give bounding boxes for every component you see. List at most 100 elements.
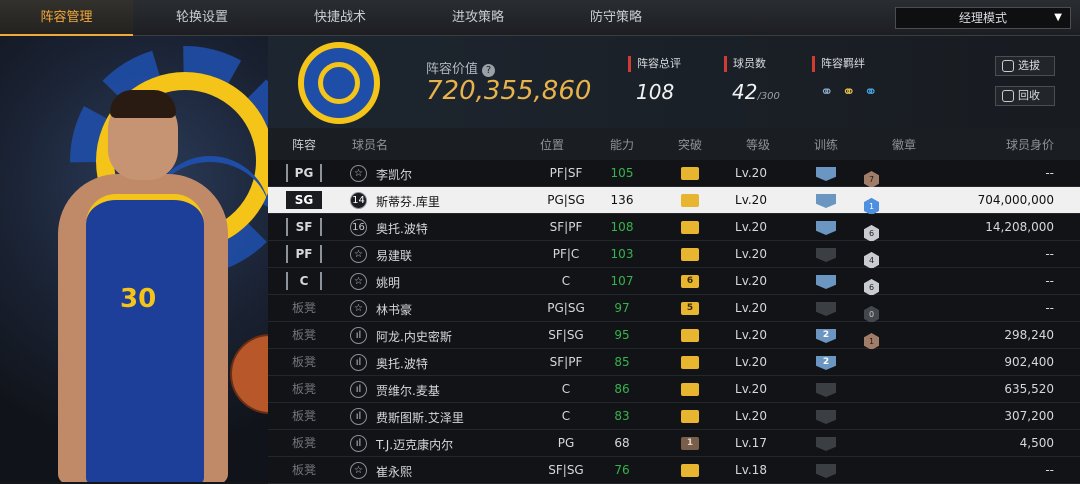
lineup-slot: 板凳	[291, 409, 316, 423]
training-icon[interactable]	[816, 275, 836, 289]
training-icon[interactable]	[816, 383, 836, 397]
basketball	[230, 334, 268, 414]
player-rank-icon: 16	[350, 219, 367, 236]
crown-icon	[681, 194, 699, 207]
crown-icon	[681, 167, 699, 180]
table-row[interactable]: 板凳 ıl 贾维尔.麦基 C 86 Lv.20 635,520	[268, 376, 1080, 403]
player-name: 斯蒂芬.库里	[376, 195, 440, 209]
lineup-slot: PG	[286, 164, 322, 182]
table-row[interactable]: SF16奥托.波特SF|PF108Lv.2017614,208,000	[268, 214, 1080, 242]
mode-select-value: 经理模式	[958, 11, 1007, 25]
player-level: Lv.20	[735, 220, 767, 234]
player-rank-icon: ☆	[350, 165, 367, 182]
top-tab-bar: 阵容管理 轮换设置 快捷战术 进攻策略 防守策略 经理模式 ▼	[0, 0, 1080, 36]
badge-icon: 1	[864, 333, 879, 350]
recycle-button[interactable]: 回收	[995, 86, 1055, 106]
player-rank-icon: ıl	[350, 408, 367, 425]
player-price: 14,208,000	[985, 220, 1054, 234]
player-ability: 86	[614, 382, 630, 396]
player-rank-icon: ıl	[350, 327, 367, 344]
player-jersey	[86, 194, 204, 482]
tab-quick-tactics[interactable]: 快捷战术	[271, 0, 409, 36]
crown-icon	[681, 248, 699, 261]
col-training: 训练	[814, 138, 839, 152]
player-count-label: 球员数	[724, 56, 766, 72]
badge-icon: 0	[864, 306, 879, 323]
jersey-number: 30	[120, 284, 157, 314]
team-logo	[298, 42, 380, 124]
table-row[interactable]: PF☆易建联PF|C103Lv.2044--	[268, 241, 1080, 269]
player-ability: 97	[614, 301, 630, 315]
table-row[interactable]: 板凳☆林书豪PG|SG975Lv.2015000--	[268, 295, 1080, 323]
training-icon[interactable]	[816, 248, 836, 262]
table-row[interactable]: SG14斯蒂芬.库里PG|SG136Lv.200321151704,000,00…	[268, 187, 1080, 215]
training-icon[interactable]	[816, 302, 836, 316]
training-icon[interactable]: 2	[816, 356, 836, 370]
player-ability: 103	[610, 247, 634, 261]
player-name: T.J.迈克康内尔	[376, 438, 454, 452]
table-row[interactable]: 板凳 ıl 奥托.波特 SF|PF 85 Lv.20 2 902,400	[268, 349, 1080, 376]
training-icon[interactable]	[816, 167, 836, 181]
lineup-slot: SF	[286, 218, 322, 236]
table-row[interactable]: 板凳 ıl 阿龙.内史密斯 SF|SG 95 Lv.20 2 1 298,240	[268, 322, 1080, 350]
player-price: --	[1045, 274, 1054, 288]
col-value: 球员身价	[1006, 138, 1055, 152]
pick-button-label: 选拔	[1018, 59, 1040, 72]
lineup-slot: 板凳	[291, 355, 316, 369]
pick-button[interactable]: 选拔	[995, 56, 1055, 76]
table-row[interactable]: 板凳 ☆ 崔永熙 SF|SG 76 Lv.18 --	[268, 457, 1080, 484]
crown-icon	[681, 410, 699, 423]
player-level: Lv.20	[735, 409, 767, 423]
player-portrait: 30	[0, 36, 268, 482]
tab-lineup[interactable]: 阵容管理	[0, 0, 133, 36]
tab-offense[interactable]: 进攻策略	[409, 0, 547, 36]
player-price: --	[1045, 166, 1054, 180]
lineup-slot: 板凳	[291, 382, 316, 396]
table-body: PG ☆ 李凯尔 PF|SF 105 Lv.20 7 -- SG 14 斯蒂芬.库里 PG|SG 136…	[268, 160, 1080, 484]
player-count-number: 42	[732, 80, 758, 104]
training-icon[interactable]	[816, 221, 836, 235]
tab-defense[interactable]: 防守策略	[547, 0, 685, 36]
training-icon[interactable]	[816, 410, 836, 424]
col-lineup: 阵容	[292, 138, 317, 152]
player-name: 奥托.波特	[376, 357, 428, 371]
training-icon[interactable]	[816, 194, 836, 208]
mode-select[interactable]: 经理模式 ▼	[895, 7, 1071, 29]
team-value-label: 阵容价值?	[426, 58, 496, 77]
player-level: Lv.20	[735, 193, 767, 207]
player-level: Lv.20	[735, 166, 767, 180]
player-name: 费斯图斯.艾泽里	[376, 411, 464, 425]
player-price: 704,000,000	[977, 193, 1054, 207]
player-name: 贾维尔.麦基	[376, 384, 440, 398]
badge-icon: 6	[864, 225, 879, 242]
bond-icon-3[interactable]: ⚭	[864, 82, 877, 101]
team-summary: 阵容价值? 720,355,860 阵容总评 108 球员数 42/300 阵容…	[268, 36, 1080, 128]
tab-rotation[interactable]: 轮换设置	[133, 0, 271, 36]
lineup-bond-label: 阵容羁绊	[812, 56, 865, 72]
player-level: Lv.20	[735, 382, 767, 396]
player-rank-icon: ☆	[350, 300, 367, 317]
player-name: 易建联	[376, 249, 413, 263]
team-value-label-text: 阵容价值	[426, 62, 479, 77]
table-row[interactable]: 板凳 ıl 费斯图斯.艾泽里 C 83 Lv.20 307,200	[268, 403, 1080, 430]
table-row[interactable]: PG ☆ 李凯尔 PF|SF 105 Lv.20 7 --	[268, 160, 1080, 188]
player-price: --	[1045, 247, 1054, 261]
recycle-icon	[1002, 90, 1014, 102]
training-icon[interactable]	[816, 464, 836, 478]
player-ability: 83	[614, 409, 630, 423]
table-row[interactable]: 板凳 ıl T.J.迈克康内尔 PG 68 1 Lv.17 4,500	[268, 430, 1080, 457]
col-breakthrough: 突破	[678, 138, 703, 152]
training-icon[interactable]	[816, 437, 836, 451]
player-name: 崔永熙	[376, 465, 413, 479]
bond-icon-2[interactable]: ⚭	[842, 82, 855, 101]
player-level: Lv.20	[735, 355, 767, 369]
player-rank-icon: ☆	[350, 246, 367, 263]
player-level: Lv.20	[735, 328, 767, 342]
player-ability: 105	[610, 166, 634, 180]
player-name: 姚明	[376, 276, 401, 290]
training-icon[interactable]: 2	[816, 329, 836, 343]
table-row[interactable]: C☆姚明C1076Lv.2066--	[268, 268, 1080, 296]
bond-icon-1[interactable]: ⚭	[820, 82, 833, 101]
player-level: Lv.20	[735, 301, 767, 315]
player-rank-icon: ☆	[350, 273, 367, 290]
